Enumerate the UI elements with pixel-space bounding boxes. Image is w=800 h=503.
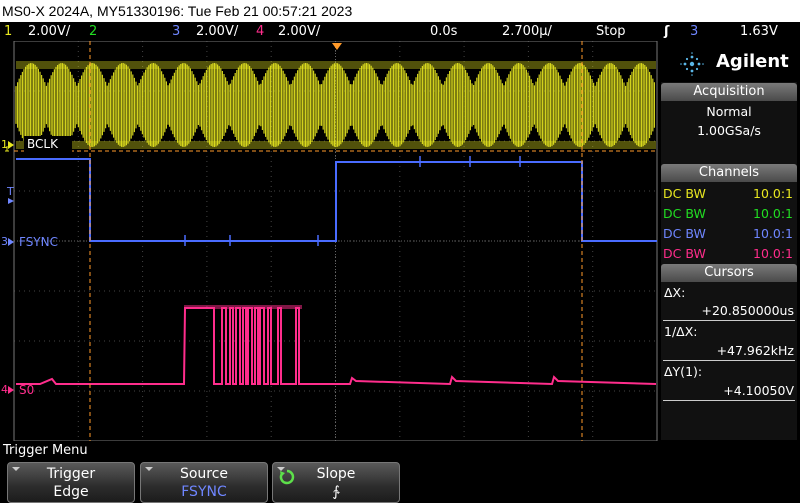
horizontal-delay[interactable]: 0.0s xyxy=(430,22,457,41)
channel-probe-ratio: 10.0:1 xyxy=(753,206,793,221)
ch2-number[interactable]: 2 xyxy=(89,22,97,41)
dx-underline xyxy=(663,320,795,321)
sample-rate: 1.00GSa/s xyxy=(697,123,761,138)
ch1-label: BCLK xyxy=(27,137,59,151)
channel-probe-ratio: 10.0:1 xyxy=(753,226,793,241)
ch1-top-band xyxy=(16,61,656,69)
ch3-ground-marker[interactable]: 3 xyxy=(1,235,8,248)
ch1-bottom-band xyxy=(16,141,656,149)
run-state[interactable]: Stop xyxy=(596,22,626,41)
trigger-level[interactable]: 1.63V xyxy=(740,22,778,41)
ch1-scale[interactable]: 2.00V/ xyxy=(28,22,70,41)
channel-probe-ratio: 10.0:1 xyxy=(753,246,793,261)
waveform-display[interactable]: 1 BCLK T 3 FSYNC 4 S0 xyxy=(0,40,660,442)
acquisition-header[interactable]: Acquisition xyxy=(661,83,797,101)
dx-label: ΔX: xyxy=(664,285,686,300)
softkey-source-label: Source xyxy=(179,466,229,482)
channel-coupling: DC BW xyxy=(663,226,706,241)
softkey-trigger-label: Trigger xyxy=(46,466,96,482)
title-text: MS0-X 2024A, MY51330196: Tue Feb 21 00:5… xyxy=(2,3,353,19)
dx-value: +20.850000us xyxy=(701,303,794,318)
trigger-level-arrow-icon xyxy=(8,198,14,204)
channel-coupling: DC BW xyxy=(663,206,706,221)
dy-value: +4.10050V xyxy=(723,383,794,398)
ch4-arrow-icon xyxy=(8,386,14,394)
agilent-spark-icon xyxy=(680,52,704,76)
trigger-source[interactable]: 3 xyxy=(690,22,698,41)
cursors-header[interactable]: Cursors xyxy=(661,264,797,282)
ch4-ground-marker[interactable]: 4 xyxy=(1,383,8,396)
trigger-level-marker[interactable]: T xyxy=(6,185,14,198)
inv-dx-value: +47.962kHz xyxy=(716,343,794,358)
channel-coupling: DC BW xyxy=(663,246,706,261)
ch1-arrow-icon xyxy=(8,141,14,149)
ch3-arrow-icon xyxy=(8,238,14,246)
channels-header[interactable]: Channels xyxy=(661,164,797,182)
ch3-scale[interactable]: 2.00V/ xyxy=(196,22,238,41)
ch1-number[interactable]: 1 xyxy=(4,22,12,41)
softkey-trigger-type[interactable]: Trigger Edge xyxy=(7,462,135,503)
brand-name: Agilent xyxy=(716,51,789,72)
ch4-scale[interactable]: 2.00V/ xyxy=(278,22,320,41)
softkey-slope-value: ∱ xyxy=(332,484,340,500)
ch4-number[interactable]: 4 xyxy=(256,22,264,41)
dy-label: ΔY(1): xyxy=(664,364,703,379)
trigger-rising-edge-icon: ʃ xyxy=(664,24,670,39)
softkey-slope-label: Slope xyxy=(316,466,356,482)
channel-probe-ratio: 10.0:1 xyxy=(753,186,793,201)
acquisition-mode: Normal xyxy=(706,104,752,119)
softkey-trigger-value: Edge xyxy=(53,484,89,500)
status-bar: 1 2.00V/ 2 3 2.00V/ 4 2.00V/ 0.0s 2.700µ… xyxy=(0,22,800,41)
menu-title: Trigger Menu xyxy=(0,442,800,460)
dy-underline xyxy=(663,400,795,401)
softkey-source-value: FSYNC xyxy=(181,484,227,500)
title-bar: MS0-X 2024A, MY51330196: Tue Feb 21 00:5… xyxy=(0,0,800,22)
ch4-label: S0 xyxy=(19,383,34,397)
brand-box: Agilent xyxy=(661,44,797,82)
ch4-high-band xyxy=(184,305,302,309)
inv-dx-underline xyxy=(663,360,795,361)
inv-dx-label: 1/ΔX: xyxy=(664,324,698,339)
timebase-scale[interactable]: 2.700µ/ xyxy=(502,22,552,41)
channel-coupling: DC BW xyxy=(663,186,706,201)
softkey-empty-area xyxy=(404,462,794,502)
ch3-label: FSYNC xyxy=(19,235,58,249)
ch3-number[interactable]: 3 xyxy=(172,22,180,41)
softkey-slope[interactable]: Slope ∱ xyxy=(272,462,400,503)
softkey-source[interactable]: Source FSYNC xyxy=(140,462,268,503)
